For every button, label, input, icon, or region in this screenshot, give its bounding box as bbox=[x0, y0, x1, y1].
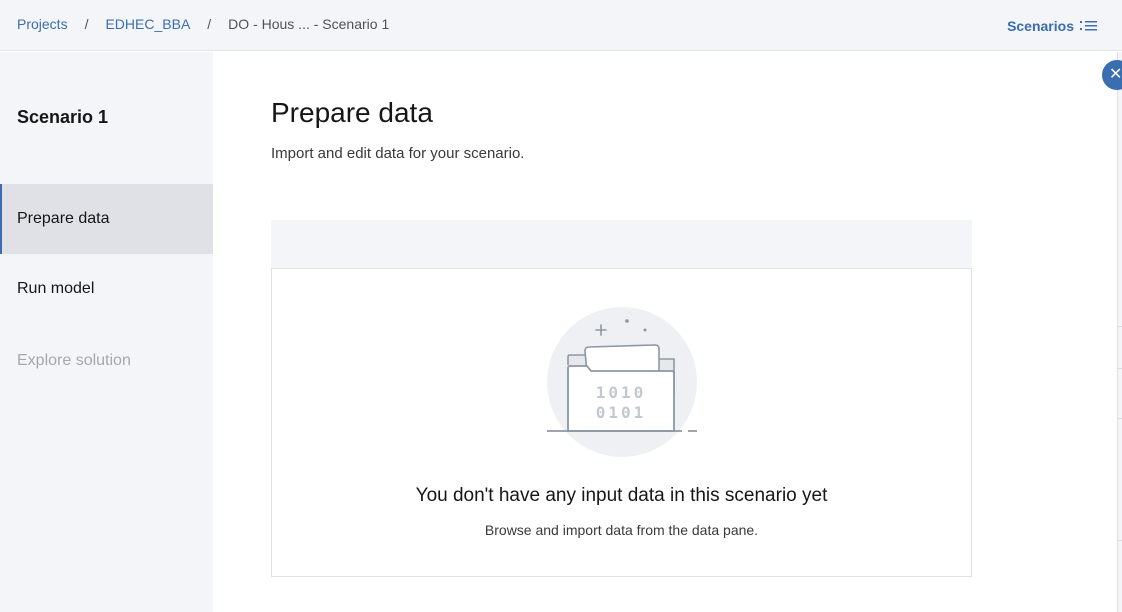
close-icon: ✕ bbox=[1109, 66, 1122, 83]
empty-state-title: You don't have any input data in this sc… bbox=[415, 485, 828, 506]
sidebar-item-prepare-data[interactable]: Prepare data bbox=[0, 184, 213, 254]
data-pane-divider bbox=[1118, 418, 1122, 419]
page-title: Prepare data bbox=[271, 97, 433, 128]
illustration-binary-line-1: 1010 bbox=[596, 383, 647, 402]
breadcrumb-project[interactable]: EDHEC_BBA bbox=[105, 16, 190, 32]
data-pane-edge[interactable] bbox=[1117, 52, 1122, 612]
list-icon bbox=[1080, 20, 1097, 32]
folder-binary-icon: 1010 0101 bbox=[547, 307, 699, 459]
breadcrumb-separator: / bbox=[207, 16, 212, 32]
sidebar-item-label: Run model bbox=[17, 280, 95, 297]
sidebar-item-run-model[interactable]: Run model bbox=[0, 254, 213, 324]
data-pane-divider bbox=[1118, 368, 1122, 369]
close-pane-button[interactable]: ✕ bbox=[1102, 60, 1122, 90]
sidebar: Scenario 1 Prepare data Run model Explor… bbox=[0, 52, 213, 612]
breadcrumb-projects[interactable]: Projects bbox=[17, 16, 68, 32]
breadcrumb: Projects / EDHEC_BBA / DO - Hous ... - S… bbox=[17, 16, 389, 32]
empty-state-subtitle: Browse and import data from the data pan… bbox=[484, 522, 759, 538]
scenarios-label: Scenarios bbox=[1007, 18, 1074, 34]
data-pane-divider bbox=[1118, 540, 1122, 541]
illustration-binary-line-2: 0101 bbox=[596, 403, 647, 422]
scenario-title: Scenario 1 bbox=[17, 107, 109, 127]
top-bar: Projects / EDHEC_BBA / DO - Hous ... - S… bbox=[0, 0, 1122, 51]
sidebar-item-label: Prepare data bbox=[17, 210, 110, 227]
sidebar-item-explore-solution: Explore solution bbox=[0, 326, 213, 396]
data-pane-divider bbox=[1118, 326, 1122, 327]
page-subtitle: Import and edit data for your scenario. bbox=[271, 145, 525, 162]
empty-state-panel: 1010 0101 You don't have any input data … bbox=[271, 268, 972, 577]
data-panel-header bbox=[271, 220, 972, 268]
sidebar-item-label: Explore solution bbox=[17, 352, 131, 369]
breadcrumb-current: DO - Hous ... - Scenario 1 bbox=[228, 16, 390, 32]
scenarios-button[interactable]: Scenarios bbox=[1007, 18, 1097, 34]
breadcrumb-separator: / bbox=[84, 16, 89, 32]
